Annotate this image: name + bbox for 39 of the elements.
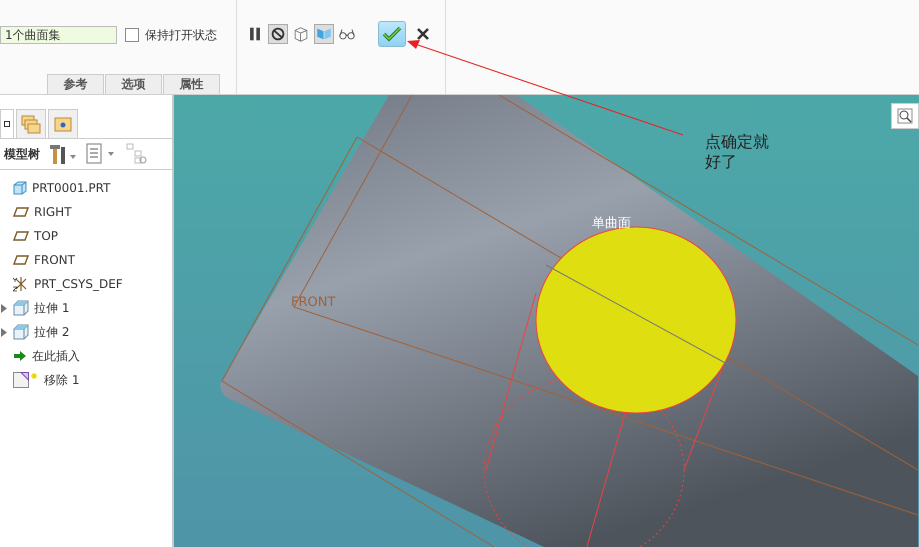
search-icon [897,108,913,124]
collector-field[interactable]: 1个曲面集 [0,26,117,44]
confirm-button[interactable] [378,21,406,47]
tab[interactable]: 选项 [105,74,162,94]
plane-icon [13,207,29,217]
no-preview-icon[interactable] [268,24,288,44]
surface-icon [13,372,39,388]
keep-open-checkbox[interactable] [125,28,139,42]
tree-item[interactable]: 移除 1 [44,372,80,388]
plane-icon [13,255,29,265]
zoom-button[interactable] [891,103,919,129]
checkbox-label: 保持打开状态 [145,26,217,44]
plane-icon [13,231,29,241]
expand-arrow-icon[interactable] [0,328,8,336]
expand-arrow-icon[interactable] [0,304,8,312]
surface-face[interactable] [536,226,736,414]
square-icon [4,121,10,127]
tree-item[interactable]: PRT_CSYS_DEF [34,277,123,291]
axes-icon [13,276,29,292]
folder-icon[interactable] [48,109,78,138]
tab[interactable]: 属性 [163,74,220,94]
tree-item[interactable]: 在此插入 [32,348,80,364]
tools-icon[interactable] [48,143,78,165]
solid-block-icon [13,324,29,340]
tab[interactable]: 参考 [47,74,104,94]
tree-item[interactable]: PRT0001.PRT [32,181,110,195]
panel-title: 模型树 [4,146,40,162]
tree-item[interactable]: FRONT [34,253,75,267]
tree-item[interactable]: 拉伸 1 [34,300,70,316]
tree-item[interactable]: TOP [34,229,58,243]
hierarchy-icon[interactable] [126,143,148,165]
part-icon [13,181,27,195]
navigator-tab[interactable] [0,109,14,138]
tree-item[interactable]: 拉伸 2 [34,324,70,340]
surface-label: 单曲面 [592,215,631,232]
solid-block-icon [13,300,29,316]
annotation-text: 点确定就 好了 [705,132,769,172]
arrow-icon [13,350,27,362]
tree-item[interactable]: RIGHT [34,205,72,219]
